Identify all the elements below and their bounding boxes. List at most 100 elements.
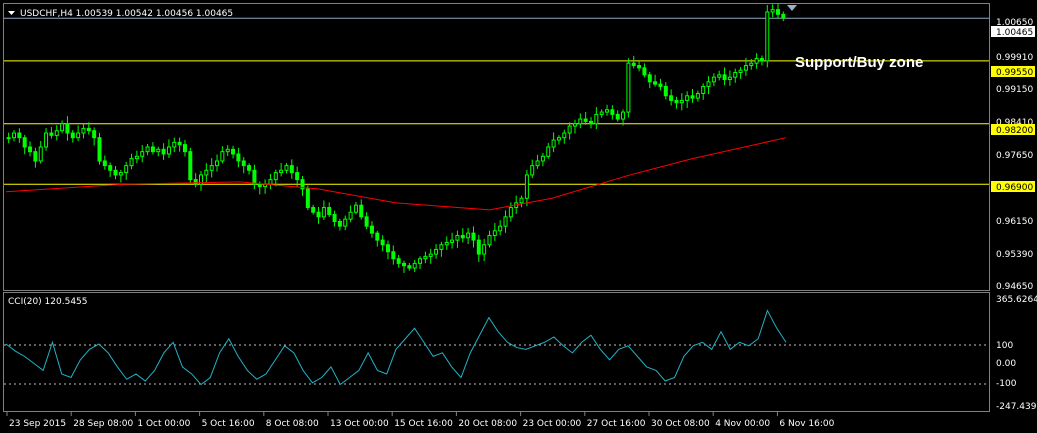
candle-body bbox=[385, 244, 390, 253]
candle-body bbox=[215, 160, 220, 167]
candle-body bbox=[247, 165, 252, 171]
candle-body bbox=[615, 113, 620, 120]
candle-body bbox=[775, 9, 780, 15]
candle-body bbox=[92, 130, 97, 139]
candle-body bbox=[22, 137, 27, 148]
candle-body bbox=[653, 81, 658, 85]
candle-body bbox=[54, 130, 59, 136]
symbol-info: USDCHF,H4 1.00539 1.00542 1.00456 1.0046… bbox=[20, 9, 233, 19]
candle-body bbox=[423, 255, 428, 260]
candle-body bbox=[743, 65, 748, 71]
candle-body bbox=[562, 132, 567, 139]
candle-body bbox=[305, 188, 310, 209]
time-label: 4 Nov 00:00 bbox=[715, 419, 770, 429]
time-label: 1 Oct 00:00 bbox=[137, 419, 190, 429]
candle-body bbox=[669, 95, 674, 101]
candle-body bbox=[76, 132, 81, 139]
candle-body bbox=[279, 169, 284, 174]
candle-body bbox=[759, 58, 764, 62]
candle-body bbox=[182, 144, 187, 153]
candle-body bbox=[337, 220, 342, 227]
cci-panel bbox=[3, 292, 990, 412]
candle-body bbox=[727, 76, 732, 80]
candle-body bbox=[188, 151, 193, 181]
candle-body bbox=[754, 58, 759, 64]
candle-body bbox=[86, 127, 91, 132]
cci-title: CCI(20) 120.5455 bbox=[8, 297, 88, 307]
candle-body bbox=[530, 165, 535, 176]
candle-body bbox=[492, 230, 497, 236]
candle-body bbox=[679, 99, 684, 104]
price-tick: 0.96150 bbox=[996, 217, 1033, 227]
candle-body bbox=[380, 239, 385, 246]
candle-body bbox=[28, 146, 33, 153]
cci-tick: 0.00 bbox=[996, 359, 1016, 369]
candle-body bbox=[129, 158, 134, 167]
candle-body bbox=[17, 132, 22, 139]
time-label: 30 Oct 08:00 bbox=[651, 419, 710, 429]
candle-body bbox=[701, 85, 706, 94]
candle-body bbox=[60, 123, 65, 132]
candle-body bbox=[38, 146, 43, 162]
candle-body bbox=[781, 13, 786, 19]
candle-body bbox=[108, 165, 113, 171]
candle-body bbox=[717, 74, 722, 78]
price-tick: 0.99150 bbox=[996, 85, 1033, 95]
candle-body bbox=[695, 92, 700, 99]
cci-tick: 100 bbox=[996, 341, 1013, 351]
candle-body bbox=[605, 109, 610, 113]
candle-body bbox=[455, 234, 460, 241]
time-label: 23 Sep 2015 bbox=[9, 419, 66, 429]
candle-body bbox=[364, 216, 369, 227]
candle-body bbox=[508, 207, 513, 218]
candle-body bbox=[674, 99, 679, 104]
cci-tick: -100 bbox=[996, 379, 1017, 389]
candle-body bbox=[124, 165, 129, 174]
candle-body bbox=[268, 179, 273, 185]
price-tick: 0.94650 bbox=[996, 282, 1033, 292]
candle-body bbox=[402, 262, 407, 267]
candle-body bbox=[102, 160, 107, 167]
candle-body bbox=[647, 74, 652, 83]
candle-body bbox=[391, 251, 396, 260]
candle-body bbox=[49, 132, 54, 136]
level-label: 0.96900 bbox=[996, 183, 1033, 193]
level-label: 0.98200 bbox=[996, 126, 1033, 136]
candle-body bbox=[316, 211, 321, 218]
candle-body bbox=[535, 160, 540, 167]
time-label: 28 Sep 08:00 bbox=[73, 419, 133, 429]
candle-body bbox=[444, 241, 449, 246]
candle-body bbox=[503, 216, 508, 227]
candle-body bbox=[599, 111, 604, 115]
candle-body bbox=[156, 148, 161, 153]
time-label: 20 Oct 08:00 bbox=[458, 419, 517, 429]
candle-body bbox=[460, 234, 465, 239]
candle-body bbox=[332, 214, 337, 222]
candle-body bbox=[204, 169, 209, 176]
cci-tick: -247.4391 bbox=[996, 402, 1037, 412]
candle-body bbox=[642, 67, 647, 76]
candle-body bbox=[482, 244, 487, 255]
candle-body bbox=[236, 153, 241, 162]
candle-body bbox=[140, 151, 145, 157]
candle-body bbox=[637, 65, 642, 69]
candle-body bbox=[220, 151, 225, 162]
candle-body bbox=[733, 72, 738, 78]
candle-body bbox=[225, 148, 230, 153]
candle-body bbox=[353, 204, 358, 213]
candle-body bbox=[145, 146, 150, 153]
price-tick: 0.95390 bbox=[996, 250, 1033, 260]
candle-body bbox=[209, 165, 214, 171]
candle-body bbox=[375, 232, 380, 241]
candle-body bbox=[546, 146, 551, 157]
price-axis: 1.00650 0.99910 0.99150 0.98410 0.97650 … bbox=[991, 18, 1035, 292]
candle-body bbox=[327, 207, 332, 216]
time-label: 27 Oct 16:00 bbox=[587, 419, 646, 429]
candle-body bbox=[572, 123, 577, 127]
candle-body bbox=[428, 253, 433, 257]
level-label: 0.99550 bbox=[996, 68, 1033, 78]
candle-body bbox=[273, 172, 278, 181]
candle-body bbox=[471, 232, 476, 241]
candle-body bbox=[578, 118, 583, 125]
candle-body bbox=[44, 132, 49, 148]
